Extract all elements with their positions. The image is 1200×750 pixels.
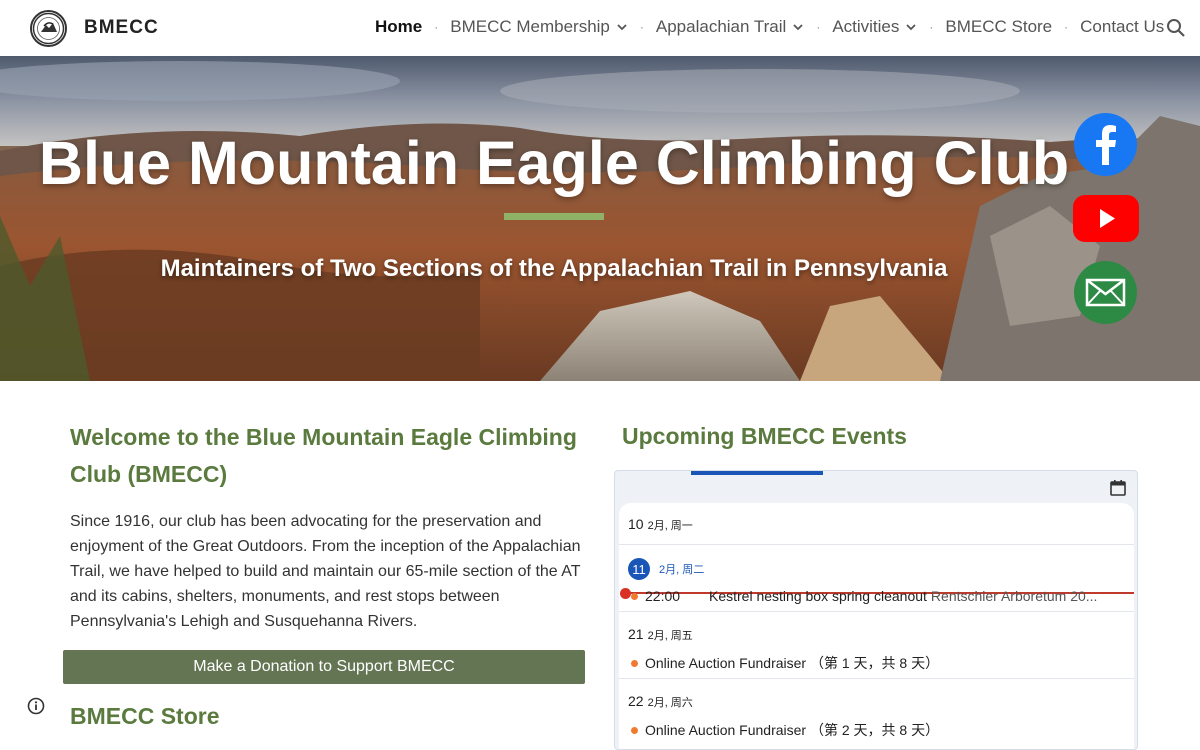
nav-separator: · [1064, 20, 1069, 34]
donate-button[interactable]: Make a Donation to Support BMECC [63, 650, 585, 684]
events-calendar: 10 2月, 周一 11 2月, 周二 22:00 Kestrel nestin… [614, 470, 1138, 750]
event-location: Rentschler Arboretum 20... [930, 588, 1098, 604]
nav-separator: · [434, 20, 439, 34]
day-number: 10 [628, 516, 644, 532]
agenda-day: 21 2月, 周五 Online Auction Fundraiser （第 1… [619, 612, 1134, 679]
agenda-day: 10 2月, 周一 [619, 503, 1134, 545]
nav-item-label: BMECC Membership [450, 17, 610, 36]
agenda-list: 10 2月, 周一 11 2月, 周二 22:00 Kestrel nestin… [619, 503, 1134, 749]
event-time: 22:00 [645, 588, 681, 604]
event-dot [631, 726, 638, 734]
chevron-down-icon [793, 24, 803, 31]
nav-separator: · [816, 20, 821, 34]
nav-item-label: BMECC Store [945, 17, 1053, 36]
event-dot [631, 592, 638, 600]
today-number: 11 [628, 558, 650, 580]
nav-item-contact[interactable]: Contact Us [1080, 17, 1164, 37]
event-dot [631, 659, 638, 667]
hero-title: Blue Mountain Eagle Climbing Club [38, 129, 1070, 197]
event-item[interactable]: Online Auction Fundraiser （第 1 天，共 8 天） [631, 653, 939, 673]
day-number: 21 [628, 626, 644, 642]
email-icon[interactable] [1074, 261, 1137, 324]
nav-item-label: Contact Us [1080, 17, 1165, 36]
current-time-dot [620, 588, 631, 599]
hero-banner: Blue Mountain Eagle Climbing Club Mainta… [0, 56, 1200, 381]
calendar-tab-indicator [691, 471, 823, 475]
calendar-icon[interactable] [1109, 479, 1127, 497]
nav-item-label: Activities [832, 17, 900, 36]
top-navigation-bar: BMECC Home · BMECC Membership · Appalach… [0, 0, 1200, 56]
chevron-down-icon [617, 24, 627, 31]
nav-item-store[interactable]: BMECC Store [945, 17, 1052, 37]
youtube-icon[interactable] [1073, 195, 1139, 242]
day-meta: 2月, 周五 [647, 630, 693, 642]
event-title: Online Auction Fundraiser （第 1 天，共 8 天） [645, 655, 940, 671]
hero-divider [504, 213, 604, 220]
welcome-section: Welcome to the Blue Mountain Eagle Climb… [70, 419, 590, 634]
agenda-day-today: 11 2月, 周二 22:00 Kestrel nesting box spri… [619, 545, 1134, 612]
day-meta: 2月, 周六 [647, 697, 693, 709]
agenda-day: 22 2月, 周六 Online Auction Fundraiser （第 2… [619, 679, 1134, 749]
event-title: Kestrel nesting box spring cleanout [709, 588, 927, 604]
nav-item-home[interactable]: Home [375, 17, 422, 37]
nav-separator: · [639, 20, 644, 34]
event-item[interactable]: 22:00 Kestrel nesting box spring cleanou… [631, 588, 1097, 604]
events-heading: Upcoming BMECC Events [622, 423, 907, 449]
nav-item-label: Home [375, 17, 423, 36]
event-title: Online Auction Fundraiser （第 2 天，共 8 天） [645, 722, 940, 738]
store-heading: BMECC Store [70, 703, 220, 729]
nav-item-appalachian-trail[interactable]: Appalachian Trail [656, 17, 804, 37]
welcome-heading: Welcome to the Blue Mountain Eagle Climb… [70, 424, 577, 487]
club-logo[interactable] [30, 10, 67, 47]
day-meta: 2月, 周二 [659, 564, 705, 576]
day-number: 22 [628, 693, 644, 709]
nav-item-activities[interactable]: Activities [832, 17, 917, 37]
main-nav: Home · BMECC Membership · Appalachian Tr… [375, 17, 1164, 37]
nav-item-label: Appalachian Trail [655, 17, 787, 36]
chevron-down-icon [906, 24, 917, 31]
day-meta: 2月, 周一 [647, 520, 693, 532]
hero-subtitle: Maintainers of Two Sections of the Appal… [160, 255, 948, 282]
info-icon[interactable] [27, 697, 45, 715]
event-item[interactable]: Online Auction Fundraiser （第 2 天，共 8 天） [631, 720, 939, 740]
search-icon[interactable] [1166, 18, 1186, 38]
welcome-text: Since 1916, our club has been advocating… [70, 513, 581, 630]
nav-separator: · [929, 20, 934, 34]
facebook-icon[interactable] [1074, 113, 1137, 176]
nav-item-membership[interactable]: BMECC Membership [450, 17, 628, 37]
site-name[interactable]: BMECC [84, 17, 159, 39]
